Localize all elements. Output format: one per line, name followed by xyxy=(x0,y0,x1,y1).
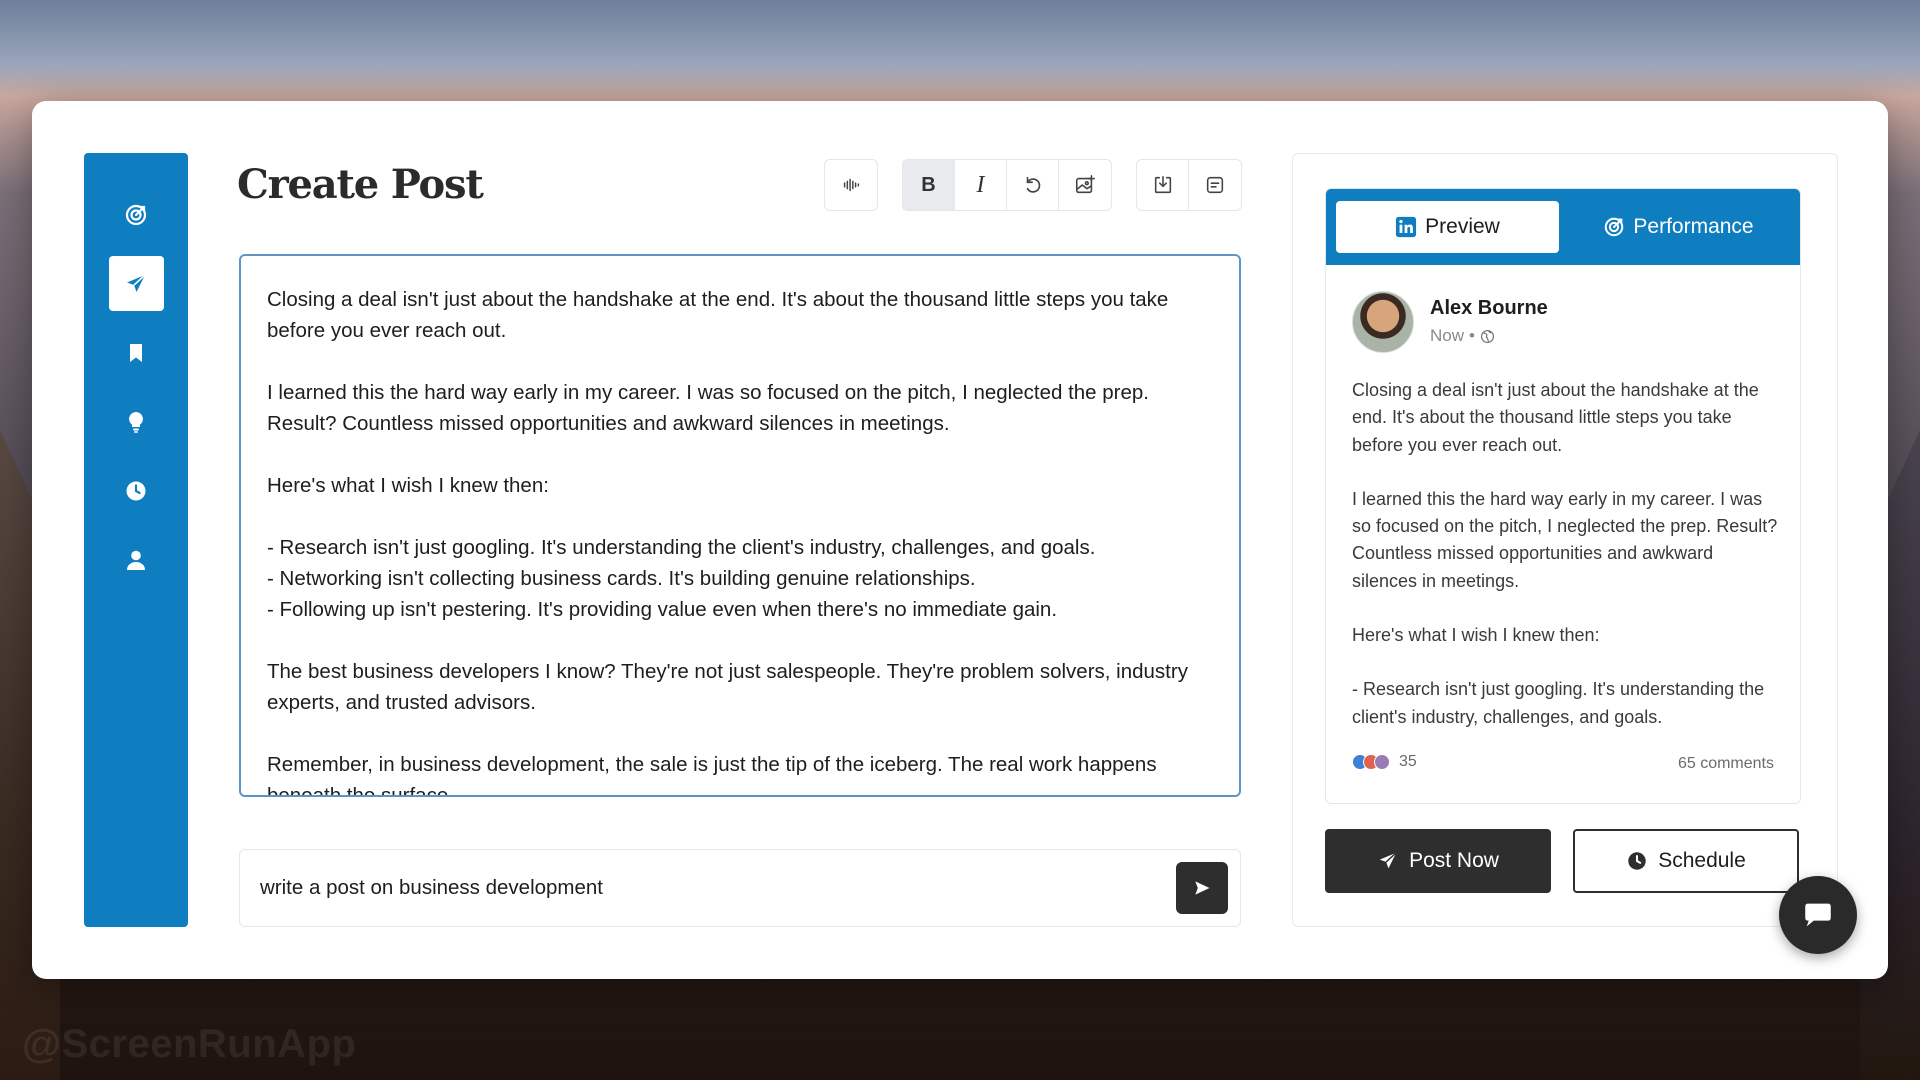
document-icon xyxy=(1206,176,1224,194)
editor-paragraph: I learned this the hard way early in my … xyxy=(267,381,1149,435)
notes-button[interactable] xyxy=(1189,160,1241,210)
app-window: Create Post B I Closing a deal isn't jus… xyxy=(32,101,1888,979)
voice-input-button[interactable] xyxy=(825,160,877,210)
user-icon xyxy=(127,550,145,570)
meta-separator: • xyxy=(1469,326,1475,345)
sidebar-item-goals[interactable] xyxy=(109,187,164,242)
post-author: Alex Bourne Now • xyxy=(1352,291,1548,353)
preview-paragraph: - Research isn't just googling. It's und… xyxy=(1352,679,1765,727)
lightbulb-icon xyxy=(129,411,143,433)
sidebar-item-saved[interactable] xyxy=(109,325,164,380)
target-icon xyxy=(125,204,147,225)
bold-label: B xyxy=(921,173,936,196)
sidebar-item-history[interactable] xyxy=(109,463,164,518)
reaction-count: 35 xyxy=(1399,753,1417,770)
tab-preview[interactable]: Preview xyxy=(1336,201,1559,253)
editor-paragraph: Remember, in business development, the s… xyxy=(267,753,1157,797)
globe-icon xyxy=(1480,329,1495,343)
preview-paragraph: I learned this the hard way early in my … xyxy=(1352,488,1778,591)
undo-button[interactable] xyxy=(1007,160,1059,210)
post-now-button[interactable]: Post Now xyxy=(1325,829,1551,893)
undo-icon xyxy=(1026,176,1040,193)
schedule-label: Schedule xyxy=(1658,849,1746,872)
save-draft-button[interactable] xyxy=(1137,160,1189,210)
author-info: Alex Bourne Now • xyxy=(1430,297,1548,353)
italic-label: I xyxy=(976,171,985,198)
post-editor[interactable]: Closing a deal isn't just about the hand… xyxy=(239,254,1241,797)
comment-count[interactable]: 65 comments xyxy=(1678,755,1774,773)
prompt-input[interactable]: write a post on business development xyxy=(239,849,1241,927)
reactions[interactable]: 35 xyxy=(1352,753,1417,771)
preview-post-body: Closing a deal isn't just about the hand… xyxy=(1352,377,1782,733)
chat-bubble-icon xyxy=(1805,903,1831,927)
send-icon xyxy=(1379,852,1397,869)
sidebar-item-ideas[interactable] xyxy=(109,394,164,449)
save-icon xyxy=(1154,175,1171,194)
image-add-icon xyxy=(1075,175,1095,194)
preview-panel: Preview Performance Alex Bourne Now • Cl… xyxy=(1292,153,1838,927)
celebrate-reaction-icon xyxy=(1374,754,1390,770)
editor-paragraph: - Research isn't just googling. It's und… xyxy=(267,536,1096,621)
avatar xyxy=(1352,291,1414,353)
toolbar-group-voice xyxy=(824,159,878,211)
toolbar-group-format: B I xyxy=(902,159,1112,211)
bookmark-icon xyxy=(130,343,142,362)
prompt-text: write a post on business development xyxy=(260,876,604,899)
italic-button[interactable]: I xyxy=(955,160,1007,210)
toolbar-group-file xyxy=(1136,159,1242,211)
post-now-label: Post Now xyxy=(1409,849,1499,872)
bold-button[interactable]: B xyxy=(903,160,955,210)
clock-icon xyxy=(1628,852,1646,870)
preview-paragraph: Here's what I wish I knew then: xyxy=(1352,625,1600,646)
tab-preview-label: Preview xyxy=(1425,215,1500,238)
schedule-button[interactable]: Schedule xyxy=(1573,829,1799,893)
chat-support-button[interactable] xyxy=(1779,876,1857,954)
send-prompt-button[interactable] xyxy=(1176,862,1228,914)
preview-tabs: Preview Performance xyxy=(1326,189,1800,265)
target-icon xyxy=(1605,217,1624,237)
tab-performance[interactable]: Performance xyxy=(1567,201,1790,253)
linkedin-icon xyxy=(1396,216,1417,238)
post-time: Now xyxy=(1430,326,1465,345)
send-arrow-icon xyxy=(1195,881,1210,895)
sidebar-item-create-post[interactable] xyxy=(108,256,164,311)
clock-icon xyxy=(126,481,146,500)
tab-performance-label: Performance xyxy=(1633,215,1754,238)
preview-paragraph: Closing a deal isn't just about the hand… xyxy=(1352,380,1759,455)
editor-paragraph: Here's what I wish I knew then: xyxy=(267,474,549,497)
sidebar xyxy=(84,153,188,927)
watermark: @ScreenRunApp xyxy=(22,1022,357,1066)
editor-paragraph: The best business developers I know? The… xyxy=(267,660,1188,714)
sidebar-item-profile[interactable] xyxy=(109,532,164,587)
add-image-button[interactable] xyxy=(1059,160,1111,210)
linkedin-preview-card: Preview Performance Alex Bourne Now • Cl… xyxy=(1325,188,1801,804)
send-icon xyxy=(127,273,146,292)
editor-paragraph: Closing a deal isn't just about the hand… xyxy=(267,288,1169,342)
waveform-icon xyxy=(843,178,860,192)
author-name: Alex Bourne xyxy=(1430,297,1548,319)
post-meta: Now • xyxy=(1430,326,1548,346)
page-title: Create Post xyxy=(237,161,484,208)
